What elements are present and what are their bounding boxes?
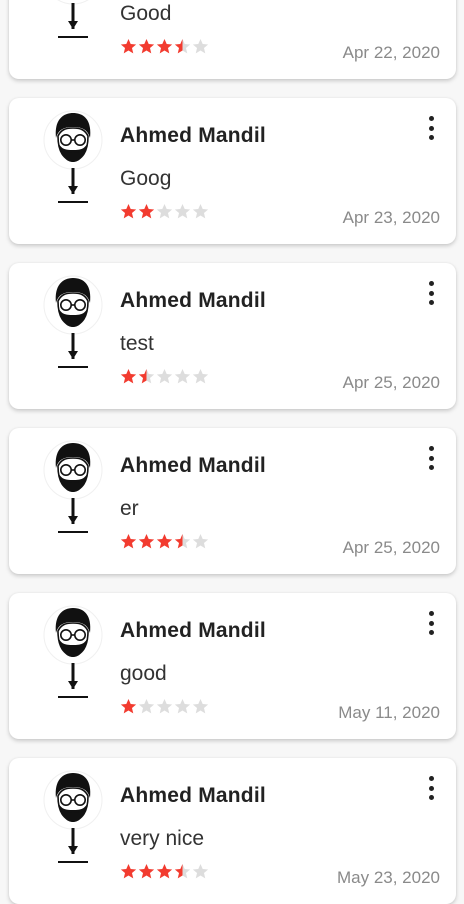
review-card: Ahmed Mandil test Apr 25, 2020 [9,263,456,409]
star-icon [138,534,155,549]
star-icon [138,39,155,54]
review-comment: very nice [120,827,205,850]
star-icon [120,534,137,549]
more-vertical-icon[interactable] [424,281,438,305]
star-icon [138,699,155,714]
star-icon [192,39,209,54]
review-card: Ahmed Mandil very nice May 23, 2020 [9,758,456,904]
star-rating [120,863,209,881]
review-card: Good Apr 22, 2020 [9,0,456,79]
reviewer-name: Ahmed Mandil [120,619,266,642]
star-icon [120,699,137,714]
reviewer-name: Ahmed Mandil [120,289,266,312]
star-icon [174,204,191,219]
more-vertical-icon[interactable] [424,776,438,800]
review-card: Ahmed Mandil good May 11, 2020 [9,593,456,739]
star-icon [120,39,137,54]
review-comment: test [120,332,154,355]
star-icon [120,369,137,384]
star-icon [138,864,155,879]
more-vertical-icon[interactable] [424,446,438,470]
reviewer-name: Ahmed Mandil [120,124,266,147]
review-comment: Good [120,2,172,25]
star-rating [120,368,209,386]
star-icon [156,699,173,714]
star-rating [120,203,209,221]
reviewer-name: Ahmed Mandil [120,454,266,477]
review-date: Apr 25, 2020 [342,538,440,557]
star-icon [156,864,173,879]
review-card: Ahmed Mandil er Apr 25, 2020 [9,428,456,574]
review-date: May 11, 2020 [338,703,440,722]
avatar-icon [43,110,103,203]
star-icon [192,699,209,714]
star-icon [192,864,209,879]
star-icon [138,369,155,384]
star-rating [120,698,209,716]
star-icon [174,369,191,384]
star-rating [120,533,209,551]
avatar-icon [43,440,103,533]
star-icon [120,204,137,219]
avatar-icon [43,275,103,368]
star-icon [156,534,173,549]
review-comment: Goog [120,167,172,190]
review-date: Apr 23, 2020 [342,208,440,227]
review-comment: er [120,497,139,520]
review-comment: good [120,662,167,685]
star-icon [174,699,191,714]
star-rating [120,38,209,56]
star-icon [156,369,173,384]
star-icon [192,369,209,384]
star-icon [174,534,191,549]
review-date: May 23, 2020 [336,868,440,887]
star-icon [120,864,137,879]
star-icon [174,39,191,54]
review-card: Ahmed Mandil Goog Apr 23, 2020 [9,98,456,244]
star-icon [138,204,155,219]
avatar-icon [57,0,89,38]
review-date: Apr 22, 2020 [342,43,440,62]
star-icon [192,204,209,219]
star-icon [174,864,191,879]
more-vertical-icon[interactable] [424,611,438,635]
star-icon [156,39,173,54]
star-icon [192,534,209,549]
review-date: Apr 25, 2020 [342,373,440,392]
star-icon [156,204,173,219]
avatar-icon [43,770,103,863]
reviewer-name: Ahmed Mandil [120,784,266,807]
avatar-icon [43,605,103,698]
more-vertical-icon[interactable] [424,116,438,140]
